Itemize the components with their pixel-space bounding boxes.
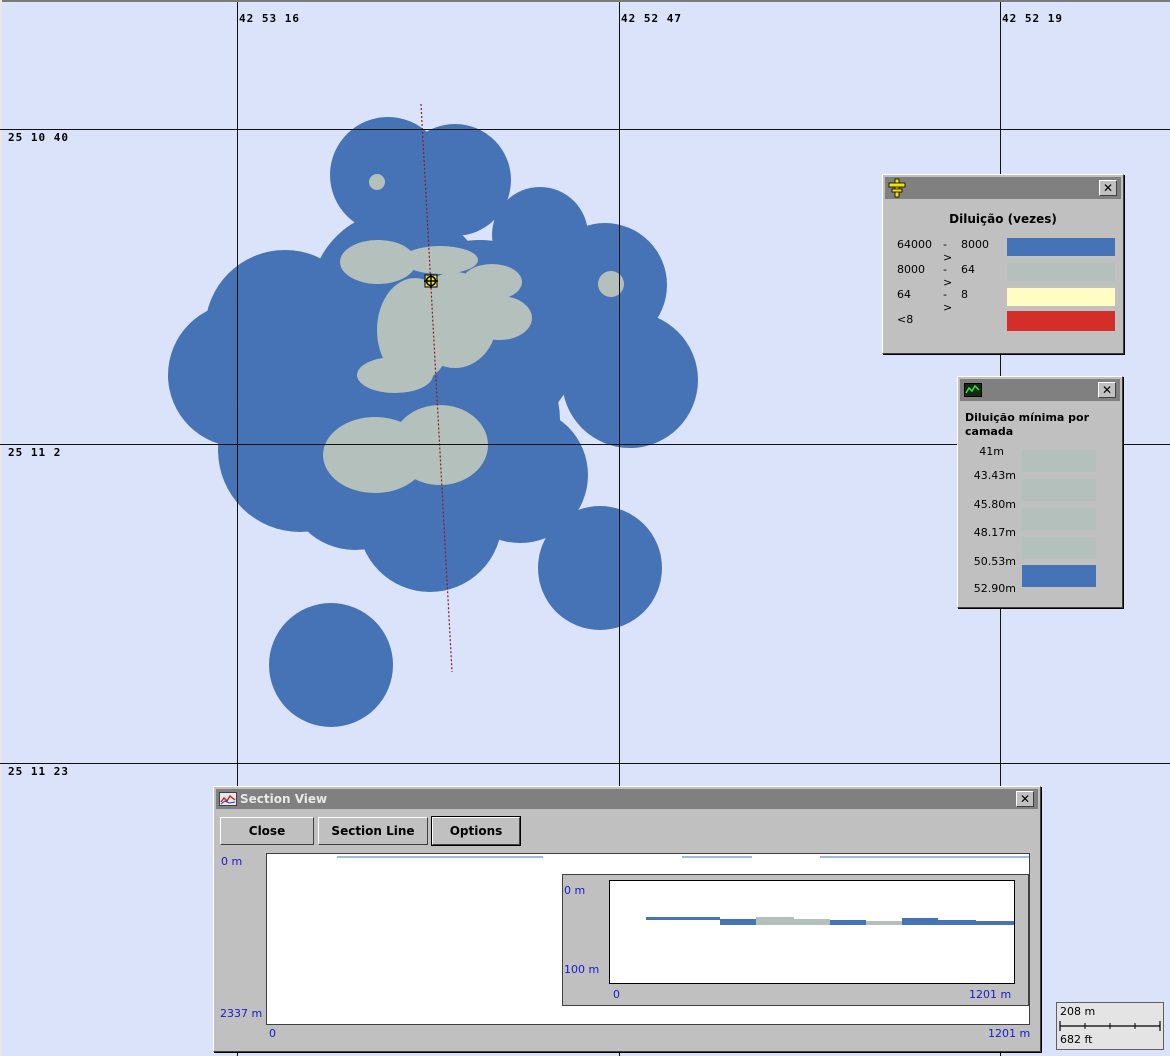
layer-depth-label: 48.17m [973, 526, 1016, 539]
layer-legend-window[interactable]: ✕ Diluição mínima por camada 41m 43.43m … [957, 376, 1123, 608]
section-line-button[interactable]: Section Line [318, 817, 428, 845]
close-icon[interactable]: ✕ [1098, 382, 1116, 398]
layer-swatch [1022, 537, 1096, 559]
legend-swatch [1007, 311, 1115, 331]
main-plot-x-right-label: 1201 m [988, 1027, 1031, 1040]
inset-y-bottom-label: 100 m [564, 963, 600, 976]
main-plot-y-top-label: 0 m [221, 855, 243, 868]
main-plot-y-bottom-label: 2337 m [220, 1007, 263, 1020]
legend-title-bar[interactable]: ✕ [885, 177, 1121, 199]
inset-y-top-label: 0 m [564, 884, 586, 897]
scale-bar: 208 m 682 ft [1056, 1002, 1164, 1050]
longitude-label: 42 52 47 [621, 12, 682, 25]
section-chart-icon [219, 792, 237, 806]
layer-swatch [1022, 450, 1096, 472]
longitude-label: 42 52 19 [1002, 12, 1063, 25]
layer-legend-title-bar[interactable]: ✕ [960, 379, 1120, 401]
layer-swatch [1022, 565, 1096, 587]
section-view-title: Section View [240, 792, 328, 806]
scale-bar-feet: 682 ft [1060, 1033, 1093, 1046]
close-icon[interactable]: ✕ [1099, 180, 1117, 196]
main-section-plot[interactable]: 0 m 100 m 0 1201 m [266, 853, 1030, 1025]
inset-x-left-label: 0 [613, 988, 620, 1001]
main-plot-x-left-label: 0 [269, 1027, 276, 1040]
latitude-label: 25 11 23 [8, 765, 69, 778]
inset-layer-bars [646, 917, 1014, 925]
dilution-legend-window[interactable]: ✕ Diluição (vezes) 64000 -> 8000 8000 ->… [882, 174, 1124, 354]
legend-swatch [1007, 288, 1115, 306]
longitude-label: 42 53 16 [239, 12, 300, 25]
dilution-legend-title: Diluição (vezes) [949, 212, 1057, 226]
latitude-label: 25 10 40 [8, 131, 69, 144]
close-icon[interactable]: ✕ [1016, 791, 1034, 807]
grid-line-horizontal [0, 763, 1170, 764]
layer-swatch [1022, 508, 1096, 530]
yellow-tool-icon [888, 178, 906, 198]
section-view-title-bar[interactable]: Section View ✕ [216, 789, 1038, 809]
legend-swatch [1007, 263, 1115, 281]
latitude-label: 25 11 2 [8, 446, 62, 459]
close-button[interactable]: Close [220, 817, 314, 845]
layer-depth-label: 52.90m [973, 582, 1016, 595]
legend-swatch [1007, 238, 1115, 256]
green-monitor-icon [964, 383, 982, 397]
grid-line-horizontal [0, 129, 1170, 130]
inset-section-plot[interactable] [609, 880, 1015, 984]
scale-bar-meters: 208 m [1060, 1005, 1096, 1018]
layer-depth-label: 45.80m [973, 498, 1016, 511]
crosshair-marker-icon[interactable] [423, 273, 439, 289]
options-button[interactable]: Options [431, 816, 521, 846]
scale-bar-ruler-icon [1059, 1021, 1161, 1031]
inset-x-right-label: 1201 m [969, 988, 1012, 1001]
layer-legend-title: Diluição mínima por camada [965, 411, 1090, 438]
layer-swatch [1022, 479, 1096, 501]
layer-depth-label: 50.53m [973, 555, 1016, 568]
section-view-window[interactable]: Section View ✕ Close Section Line Option… [213, 786, 1041, 1052]
layer-depth-label: 43.43m [973, 469, 1016, 482]
layer-depth-label: 41m [979, 445, 1004, 458]
